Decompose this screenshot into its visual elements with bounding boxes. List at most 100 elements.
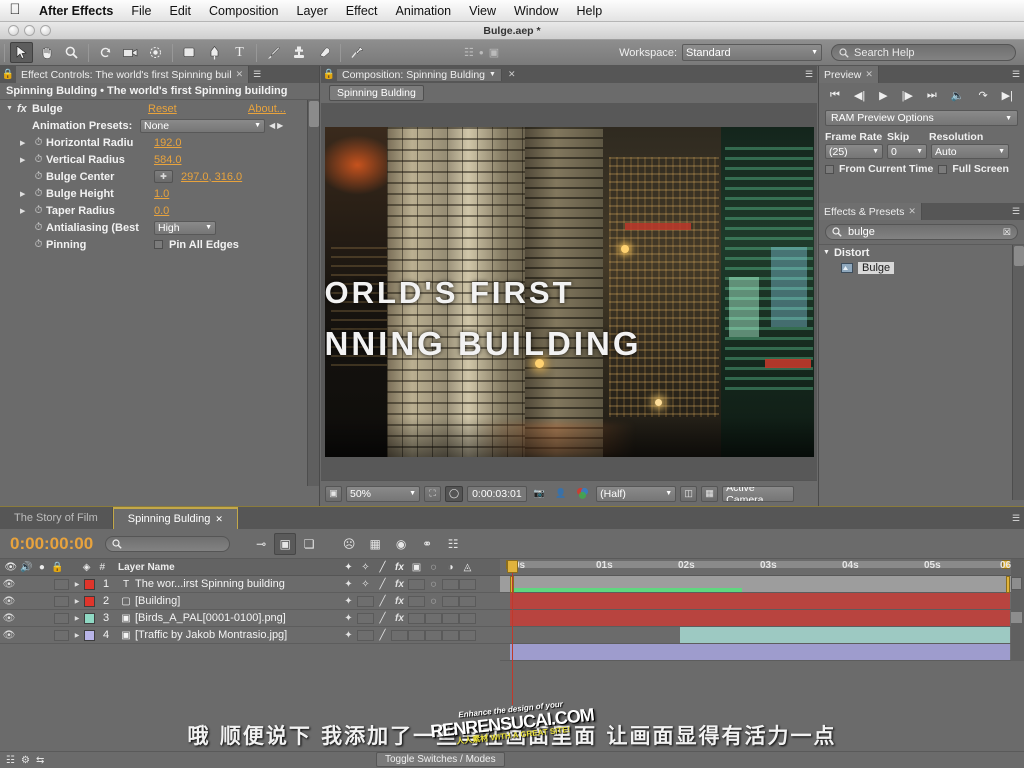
clear-icon[interactable]: ☒ [1003, 227, 1011, 238]
menu-item-window[interactable]: Window [505, 0, 567, 22]
eraser-tool[interactable] [312, 42, 335, 63]
table-row[interactable]: 👁 ▶ 4 ▣ [Traffic by Jakob Montrasio.jpg]… [0, 627, 500, 644]
audio-switch-icon[interactable]: 🔊 [19, 562, 35, 573]
frame-rate-field[interactable]: (25) ▼ [825, 144, 883, 159]
tab-effects-presets[interactable]: Effects & Presets ✕ [819, 203, 922, 220]
video-switch-icon[interactable]: 👁 [0, 630, 18, 641]
workspace-select[interactable]: Standard ▼ [682, 44, 822, 61]
zoom-tool[interactable] [60, 42, 83, 63]
frame-blending-icon[interactable]: ▦ [362, 533, 388, 555]
menu-item-effect[interactable]: Effect [337, 0, 387, 22]
render-queue-icon[interactable]: ⚙ [21, 755, 30, 766]
frame-blend-icon[interactable]: ▣ [408, 562, 425, 573]
graph-editor-icon[interactable]: ⚭ [414, 533, 440, 555]
solo-switch-icon[interactable]: ● [34, 562, 50, 573]
shy-icon[interactable]: ✦ [340, 613, 357, 624]
disclosure-triangle-icon[interactable]: ▶ [20, 207, 31, 215]
scrollbar-thumb[interactable] [309, 101, 319, 127]
motion-blur-cell[interactable] [425, 629, 442, 641]
effects-icon[interactable]: fx [391, 596, 408, 607]
clone-stamp-tool[interactable] [287, 42, 310, 63]
search-help-input[interactable]: Search Help [831, 44, 1016, 61]
collapse-cell[interactable] [357, 595, 374, 607]
quality-icon[interactable]: ╱ [374, 596, 391, 607]
table-row[interactable]: 👁 ▶ 1 T The wor...irst Spinning building… [0, 576, 500, 593]
camera-view-dropdown[interactable]: Active Camera [722, 485, 795, 502]
timeline-current-time[interactable]: 0:00:00:00 [0, 534, 105, 554]
composition-viewer[interactable]: ORLD'S FIRST NNING BUILDING [321, 103, 817, 480]
effects-icon[interactable]: fx [391, 579, 408, 590]
collapse-cell[interactable] [357, 629, 374, 641]
shy-icon[interactable]: ✦ [340, 596, 357, 607]
type-tool[interactable]: T [228, 42, 251, 63]
stopwatch-icon[interactable]: ⏱ [31, 171, 46, 182]
stopwatch-icon[interactable]: ⏱ [31, 205, 46, 216]
full-screen-checkbox[interactable] [938, 164, 948, 174]
menu-item-help[interactable]: Help [567, 0, 611, 22]
quality-icon[interactable]: ╱ [374, 630, 391, 641]
shy-icon[interactable]: ✦ [340, 579, 357, 590]
frame-blend-cell[interactable] [408, 629, 425, 641]
live-update-icon[interactable]: ⊸ [248, 533, 274, 555]
taper-radius-value[interactable]: 0.0 [154, 205, 169, 217]
current-time-display[interactable]: 0:00:03:01 [467, 485, 527, 502]
audio-button[interactable]: 🔈 [951, 89, 965, 102]
video-switch-icon[interactable]: 👁 [0, 596, 18, 607]
shape-tool[interactable] [178, 42, 201, 63]
adjustment-cell[interactable] [442, 595, 459, 607]
stopwatch-icon[interactable]: ⏱ [31, 154, 46, 165]
effects-list-scrollbar[interactable] [1012, 245, 1024, 500]
camera-tool[interactable] [119, 42, 142, 63]
hide-shy-layers-icon[interactable]: ☹ [336, 533, 362, 555]
loop-button[interactable]: ↷ [978, 89, 987, 102]
motion-blur-cell[interactable] [425, 612, 442, 624]
next-frame-button[interactable]: |▶ [902, 89, 913, 102]
work-area-end-marker[interactable] [1006, 576, 1010, 593]
adjustment-layer-icon[interactable]: ◑ [442, 562, 459, 573]
disclosure-triangle-icon[interactable]: ▶ [20, 156, 31, 164]
quality-icon[interactable]: ╱ [374, 613, 391, 624]
disclosure-triangle-icon[interactable]: ▶ [70, 598, 84, 605]
rotation-tool[interactable] [94, 42, 117, 63]
bulge-height-value[interactable]: 1.0 [154, 188, 169, 200]
preset-nav-arrows[interactable]: ◀ ▶ [265, 121, 283, 130]
bulge-center-value[interactable]: 297.0, 316.0 [173, 171, 242, 183]
timeline-tab-spinning-bulding[interactable]: Spinning Bulding ✕ [112, 507, 238, 529]
mask-small-icon[interactable]: ▣ [489, 46, 499, 59]
adjustment-cell[interactable] [442, 612, 459, 624]
disclosure-triangle-icon[interactable]: ▶ [20, 190, 31, 198]
layer-duration-bar[interactable] [680, 627, 1010, 643]
effects-icon[interactable]: fx [391, 562, 408, 573]
lock-panel-icon[interactable]: 🔒 [321, 69, 337, 80]
effect-controls-scrollbar[interactable] [307, 100, 319, 486]
close-icon[interactable]: ✕ [865, 69, 873, 80]
show-snapshot-icon[interactable]: 👤 [552, 486, 569, 502]
previous-frame-button[interactable]: ◀| [854, 89, 865, 102]
panel-menu-icon[interactable]: ☰ [249, 66, 265, 83]
effects-category-distort[interactable]: ▼ Distort [819, 245, 1024, 260]
play-button[interactable]: ▶ [879, 89, 887, 102]
layer-name[interactable]: The wor...irst Spinning building [135, 578, 340, 590]
three-d-cell[interactable] [459, 612, 476, 624]
switch-toggle-icon[interactable]: ⇆ [36, 755, 44, 766]
pin-all-edges-checkbox[interactable] [154, 240, 163, 249]
menu-item-animation[interactable]: Animation [387, 0, 461, 22]
timeline-search-input[interactable] [105, 535, 231, 552]
panel-menu-icon[interactable]: ☰ [1008, 507, 1024, 529]
scrollbar-thumb[interactable] [1014, 246, 1024, 266]
collapse-icon[interactable]: ✧ [357, 579, 374, 590]
video-switch-icon[interactable]: 👁 [0, 579, 18, 590]
toggle-view-layout-icon[interactable]: ◫ [680, 485, 698, 502]
pan-behind-tool[interactable] [144, 42, 167, 63]
table-row[interactable]: 👁 ▶ 3 ▣ [Birds_A_PAL[0001-0100].png] ✦ ╱… [0, 610, 500, 627]
three-d-layer-icon[interactable]: ◬ [459, 562, 476, 573]
three-d-cell[interactable] [459, 629, 476, 641]
lock-switch-icon[interactable]: 🔒 [50, 562, 66, 573]
scrollbar-thumb[interactable] [1011, 577, 1022, 590]
zoom-level-dropdown[interactable]: 50% ▼ [346, 485, 420, 502]
composition-stage[interactable]: ORLD'S FIRST NNING BUILDING [324, 126, 814, 457]
label-color-swatch[interactable] [84, 629, 95, 641]
skip-field[interactable]: 0 ▼ [887, 144, 927, 159]
snapshot-small-icon[interactable]: ● [479, 48, 484, 57]
menu-item-composition[interactable]: Composition [200, 0, 287, 22]
